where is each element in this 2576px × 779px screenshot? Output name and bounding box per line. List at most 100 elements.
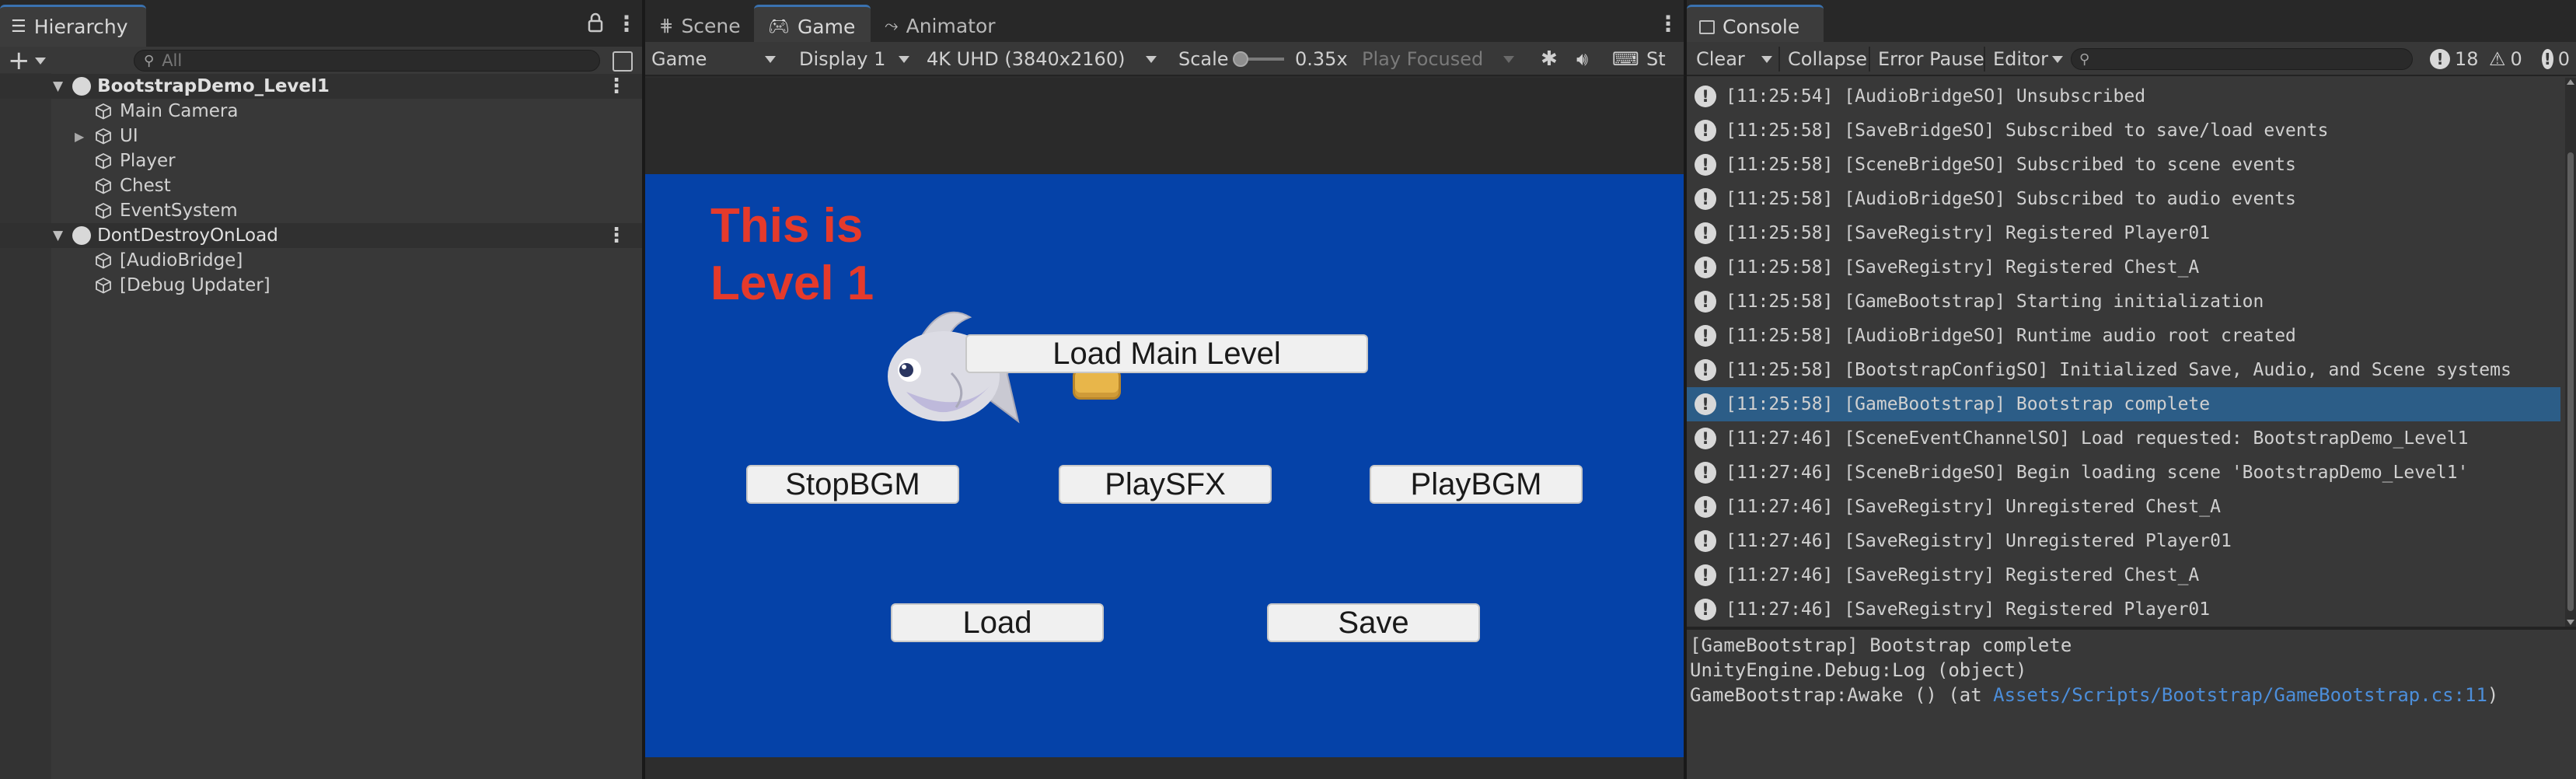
hierarchy-item-main-camera[interactable]: Main Camera [0, 99, 642, 124]
load-main-level-button[interactable]: Load Main Level [965, 334, 1368, 373]
tab-game[interactable]: 🎮︎ Game [754, 5, 871, 47]
console-tabbar: Console [1687, 0, 2576, 47]
console-log-list[interactable]: ! [11:25:54] [AudioBridgeSO] Unsubscribed… [1687, 78, 2576, 627]
detail-stack-line-source: GameBootstrap:Awake () (at Assets/Script… [1690, 683, 2576, 707]
clear-button[interactable]: Clear [1690, 42, 1775, 76]
game-viewport[interactable]: This is Level 1 Load Main Level StopBGM … [645, 78, 1684, 757]
console-log-entry[interactable]: ! [11:25:58] [SaveRegistry] Registered Pl… [1687, 216, 2560, 250]
expand-arrow-icon[interactable]: ▼ [53, 228, 63, 243]
console-log-entry[interactable]: ! [11:27:46] [SaveRegistry] Unregistered … [1687, 490, 2560, 524]
more-options-icon[interactable]: ⋮ [1657, 11, 1679, 37]
warning-count-toggle[interactable]: ⚠ 0 [2483, 42, 2529, 76]
console-log-entry[interactable]: ! [11:25:58] [BootstrapConfigSO] Initiali… [1687, 353, 2560, 387]
search-icon: ⚲ [144, 52, 155, 69]
console-scrollbar[interactable] [2565, 78, 2576, 627]
console-log-entry-selected[interactable]: ! [11:25:58] [GameBootstrap] Bootstrap co… [1687, 387, 2560, 421]
tab-console[interactable]: Console [1687, 5, 1824, 47]
warning-icon: ⚠ [2489, 48, 2506, 70]
toolbar-divider [1984, 47, 1985, 72]
collapse-button[interactable]: Collapse [1782, 42, 1873, 76]
save-button[interactable]: Save [1267, 603, 1480, 642]
hierarchy-item-ui[interactable]: ▶ UI [0, 124, 642, 148]
hierarchy-item-debug-updater[interactable]: [Debug Updater] [0, 273, 642, 298]
console-log-entry[interactable]: ! [11:27:46] [SaveRegistry] Registered Ch… [1687, 558, 2560, 592]
console-log-entry[interactable]: ! [11:25:58] [SaveBridgeSO] Subscribed to… [1687, 114, 2560, 148]
view-mode-dropdown[interactable]: Game [645, 42, 784, 76]
scene-row-dontdestroyonload[interactable]: ▼ DontDestroyOnLoad ⋮ [0, 223, 642, 248]
console-log-entry[interactable]: ! [11:25:54] [AudioBridgeSO] Unsubscribed [1687, 79, 2560, 114]
tab-animator[interactable]: ⤳ Animator [871, 5, 1018, 47]
add-button[interactable]: + [8, 45, 46, 76]
search-options-icon[interactable] [613, 51, 633, 72]
log-entry-text: [11:25:58] [BootstrapConfigSO] Initializ… [1726, 360, 2511, 380]
scrollbar-thumb[interactable] [2567, 152, 2574, 611]
info-icon: ! [1695, 325, 1716, 347]
console-detail[interactable]: [GameBootstrap] Bootstrap complete Unity… [1687, 630, 2576, 779]
stats-button[interactable]: St [1640, 42, 1672, 76]
load-button[interactable]: Load [891, 603, 1104, 642]
console-log-entry[interactable]: ! [11:27:46] [SceneEventChannelSO] Load r… [1687, 421, 2560, 456]
hierarchy-item-player[interactable]: Player [0, 148, 642, 173]
console-log-entry[interactable]: ! [11:25:58] [AudioBridgeSO] Subscribed t… [1687, 182, 2560, 216]
scrollbar-down-arrow[interactable] [2567, 620, 2574, 625]
stop-bgm-button[interactable]: StopBGM [746, 465, 959, 504]
console-log-entry[interactable]: ! [11:27:46] [SceneBridgeSO] Begin loadin… [1687, 456, 2560, 490]
console-log-entry[interactable]: ! [11:25:58] [AudioBridgeSO] Runtime audi… [1687, 319, 2560, 353]
tab-hierarchy[interactable]: ☰ Hierarchy [0, 5, 146, 47]
info-icon: ! [1695, 86, 1716, 107]
console-log-entry[interactable]: ! [11:25:58] [GameBootstrap] Starting ini… [1687, 285, 2560, 319]
scrollbar-up-arrow[interactable] [2567, 79, 2574, 85]
game-canvas[interactable]: This is Level 1 Load Main Level StopBGM … [645, 174, 1684, 757]
console-log-entry[interactable]: ! [11:25:58] [SceneBridgeSO] Subscribed t… [1687, 148, 2560, 182]
scene-options-icon[interactable]: ⋮ [606, 75, 627, 98]
error-pause-button[interactable]: Error Pause [1872, 42, 1991, 76]
source-file-link[interactable]: Assets/Scripts/Bootstrap/GameBootstrap.c… [1993, 684, 2487, 706]
tab-game-label: Game [797, 16, 856, 38]
item-label: Player [120, 151, 176, 171]
play-bgm-button[interactable]: PlayBGM [1370, 465, 1583, 504]
detail-message: [GameBootstrap] Bootstrap complete [1690, 634, 2072, 656]
expand-arrow-icon[interactable]: ▼ [53, 79, 63, 94]
console-log-entry[interactable]: ! [11:25:58] [SaveRegistry] Registered Ch… [1687, 250, 2560, 285]
scale-slider[interactable] [1232, 51, 1284, 67]
play-mode-dropdown[interactable]: Play Focused [1356, 42, 1520, 76]
mute-audio-icon[interactable]: 🔊︎ [1570, 42, 1594, 76]
info-icon: ! [1695, 188, 1716, 210]
scale-slider-thumb[interactable] [1232, 51, 1248, 67]
editor-dropdown[interactable]: Editor [1987, 42, 2065, 76]
panel-divider[interactable] [642, 0, 645, 779]
play-sfx-button[interactable]: PlaySFX [1059, 465, 1272, 504]
error-count-toggle[interactable]: ! 0 [2536, 42, 2576, 76]
console-log-entry[interactable]: ! [11:27:46] [SaveRegistry] Registered Pl… [1687, 592, 2560, 627]
gamepad-icon: 🎮︎ [768, 17, 790, 37]
search-input[interactable]: ⚲ All [134, 50, 600, 72]
resolution-dropdown[interactable]: 4K UHD (3840x2160) [919, 42, 1161, 76]
gameobject-cube-icon [96, 152, 111, 169]
chevron-down-icon [765, 55, 776, 63]
hierarchy-item-chest[interactable]: Chest [0, 173, 642, 198]
lock-icon[interactable] [588, 12, 603, 33]
detail-source-prefix: GameBootstrap:Awake () (at [1690, 684, 1994, 706]
expand-arrow-icon[interactable]: ▶ [75, 129, 95, 144]
item-label: Chest [120, 176, 171, 196]
console-search-input[interactable]: ⚲ [2071, 48, 2413, 70]
hierarchy-item-eventsystem[interactable]: EventSystem [0, 198, 642, 223]
play-mode-label: Play Focused [1362, 48, 1484, 70]
tab-console-label: Console [1723, 16, 1800, 38]
scene-options-icon[interactable]: ⋮ [606, 224, 627, 247]
scene-row-bootstrapdemo-level1[interactable]: ▼ BootstrapDemo_Level1 ⋮ [0, 74, 642, 99]
hierarchy-item-audiobridge[interactable]: [AudioBridge] [0, 248, 642, 273]
panel-divider[interactable] [1684, 0, 1687, 779]
display-dropdown[interactable]: Display 1 [791, 42, 916, 76]
more-options-icon[interactable]: ⋮ [616, 11, 637, 37]
tab-scene[interactable]: ⋕ Scene [645, 5, 754, 47]
item-label: Main Camera [120, 101, 239, 121]
console-log-entry[interactable]: ! [11:27:46] [SaveRegistry] Unregistered … [1687, 524, 2560, 558]
log-entry-text: [11:25:58] [SaveRegistry] Registered Che… [1726, 257, 2200, 278]
bug-icon[interactable]: ✱ [1534, 42, 1564, 76]
info-icon: ! [1695, 393, 1716, 415]
log-entry-text: [11:25:58] [GameBootstrap] Bootstrap com… [1726, 394, 2211, 414]
item-label: EventSystem [120, 201, 238, 221]
display-label: Display 1 [799, 48, 886, 70]
log-count-toggle[interactable]: ! 18 [2424, 42, 2485, 76]
